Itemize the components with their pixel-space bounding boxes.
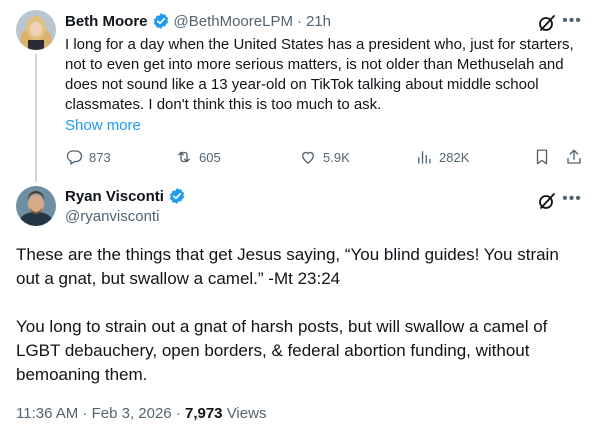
separator-dot: · — [296, 12, 302, 30]
like-count: 5.9K — [323, 149, 350, 165]
reply-icon — [66, 150, 83, 165]
views-chart-icon — [418, 151, 431, 164]
show-more-link[interactable]: Show more — [65, 116, 141, 136]
more-options-icon[interactable]: ••• — [562, 189, 582, 209]
share-icon — [567, 149, 581, 164]
more-options-icon[interactable]: ••• — [562, 11, 582, 31]
reply-button[interactable]: 873 — [65, 146, 111, 168]
views-button[interactable]: 282K — [415, 146, 469, 168]
tweet-paragraph: These are the things that get Jesus sayi… — [16, 245, 559, 288]
author-name-row: Ryan Visconti — [65, 187, 186, 205]
parent-tweet[interactable]: Beth Moore @BethMooreLPM · 21h ••• I lon… — [0, 0, 599, 182]
retweet-button[interactable]: 605 — [175, 146, 221, 168]
author-handle[interactable]: @ryanvisconti — [65, 208, 159, 225]
retweet-count: 605 — [199, 149, 221, 165]
tweet-text: I long for a day when the United States … — [65, 36, 574, 113]
verified-badge-icon — [168, 187, 186, 205]
author-name[interactable]: Ryan Visconti — [65, 188, 164, 205]
grok-icon[interactable] — [537, 191, 557, 211]
share-button[interactable] — [565, 146, 589, 168]
avatar[interactable] — [16, 186, 56, 226]
tweet-header: Beth Moore @BethMooreLPM · 21h — [65, 10, 331, 32]
retweet-icon — [178, 151, 190, 163]
avatar[interactable] — [16, 10, 56, 50]
verified-badge-icon — [152, 12, 170, 30]
thread-connector-line — [35, 54, 37, 182]
views-count: 282K — [439, 149, 470, 165]
bookmark-button[interactable] — [533, 146, 557, 168]
views-label: Views — [222, 405, 267, 422]
tweet-text: These are the things that get Jesus sayi… — [16, 243, 586, 411]
bookmark-icon — [536, 149, 548, 165]
reply-count: 873 — [89, 149, 111, 165]
tweet-actions: 873 605 5.9K 282K — [65, 146, 585, 168]
views-count: 7,973 — [184, 405, 223, 422]
tweet-paragraph: You long to strain out a gnat of harsh p… — [16, 317, 548, 384]
author-handle[interactable]: @BethMooreLPM — [174, 13, 293, 30]
tweet-timestamp[interactable]: 11:36 AM · Feb 3, 2026 · — [16, 405, 185, 422]
heart-icon — [302, 151, 314, 164]
tweet-meta: 11:36 AM · Feb 3, 2026 · 7,973 Views — [16, 405, 266, 422]
grok-icon[interactable] — [537, 13, 557, 33]
tweet-time[interactable]: 21h — [306, 13, 331, 30]
like-button[interactable]: 5.9K — [299, 146, 350, 168]
author-name[interactable]: Beth Moore — [65, 13, 148, 30]
